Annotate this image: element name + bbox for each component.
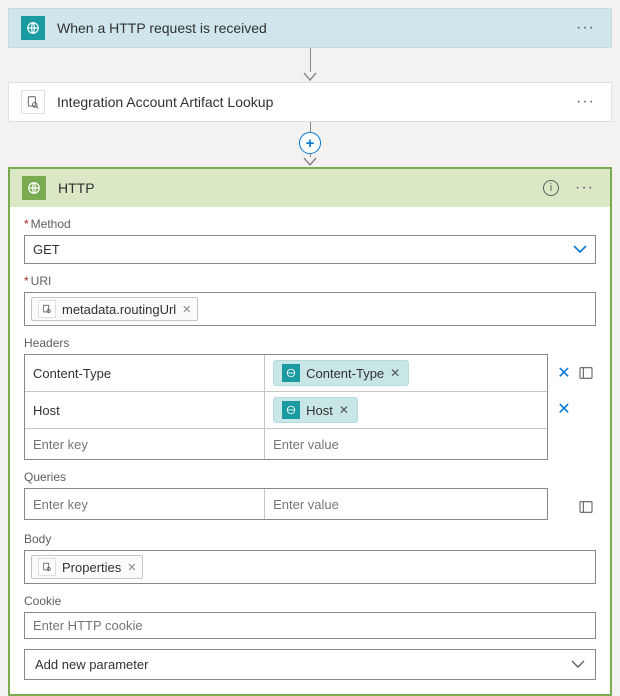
headers-table: Content-Type Content-Type ✕ Host [24,354,548,460]
method-field: *Method GET [24,217,596,264]
remove-token-icon[interactable]: ✕ [339,403,349,417]
remove-token-icon[interactable]: ✕ [127,561,136,574]
lookup-token-icon [38,558,56,576]
globe-icon [21,16,45,40]
table-row: Content-Type Content-Type ✕ [25,355,547,391]
queries-label: Queries [24,470,596,484]
headers-label: Headers [24,336,596,350]
header-value-token[interactable]: Content-Type ✕ [273,360,409,386]
header-value-token[interactable]: Host ✕ [273,397,358,423]
globe-token-icon [282,364,300,382]
chevron-down-icon [573,245,587,255]
arrow-connector [8,48,612,82]
remove-token-icon[interactable]: ✕ [390,366,400,380]
uri-field: *URI metadata.routingUrl ✕ [24,274,596,326]
uri-token-label: metadata.routingUrl [62,302,176,317]
more-icon[interactable]: ··· [572,19,599,37]
header-key-cell[interactable]: Content-Type [25,355,265,391]
lookup-card[interactable]: Integration Account Artifact Lookup ··· [8,82,612,122]
chevron-down-icon [571,660,585,670]
remove-token-icon[interactable]: ✕ [182,303,191,316]
trigger-title: When a HTTP request is received [57,20,560,36]
headers-row-actions: ✕ ✕ [556,354,596,424]
more-icon[interactable]: ··· [572,93,599,111]
uri-label: *URI [24,274,596,288]
http-action-card: HTTP i ··· *Method GET *URI metadata.rou… [8,167,612,696]
cookie-label: Cookie [24,594,596,608]
method-value: GET [33,242,60,257]
uri-input[interactable]: metadata.routingUrl ✕ [24,292,596,326]
queries-field: Queries [24,470,596,522]
http-body: *Method GET *URI metadata.routingUrl ✕ H… [10,207,610,694]
header-key-input[interactable] [25,429,265,459]
trigger-card[interactable]: When a HTTP request is received ··· [8,8,612,48]
header-value-cell[interactable]: Content-Type ✕ [265,355,547,391]
headers-field: Headers Content-Type Content-Type ✕ [24,336,596,460]
query-value-input[interactable] [265,489,547,519]
http-title: HTTP [58,180,531,196]
body-token-label: Properties [62,560,121,575]
cookie-field: Cookie [24,594,596,639]
table-row: Host Host ✕ [25,391,547,428]
table-row [25,489,547,519]
method-select[interactable]: GET [24,235,596,264]
lookup-token-icon [38,300,56,318]
delete-row-icon[interactable]: ✕ [556,399,572,419]
globe-token-icon [282,401,300,419]
uri-token[interactable]: metadata.routingUrl ✕ [31,297,198,321]
header-value-cell[interactable]: Host ✕ [265,392,547,428]
table-row [25,428,547,459]
lookup-title: Integration Account Artifact Lookup [57,94,560,110]
add-parameter-label: Add new parameter [35,657,148,672]
globe-icon [22,176,46,200]
header-value-input[interactable] [265,429,547,459]
body-label: Body [24,532,596,546]
more-icon[interactable]: ··· [571,179,598,197]
search-doc-icon [21,90,45,114]
switch-mode-icon[interactable] [578,499,594,515]
info-icon[interactable]: i [543,180,559,196]
arrow-connector-add: + [8,122,612,167]
body-field: Body Properties ✕ [24,532,596,584]
method-label: *Method [24,217,596,231]
switch-mode-icon[interactable] [578,365,594,381]
query-key-input[interactable] [25,489,265,519]
queries-table [24,488,548,520]
add-parameter-select[interactable]: Add new parameter [24,649,596,680]
queries-row-actions [556,488,596,522]
add-step-button[interactable]: + [299,132,321,154]
cookie-input[interactable] [24,612,596,639]
http-header-bar[interactable]: HTTP i ··· [10,169,610,207]
header-key-cell[interactable]: Host [25,392,265,428]
delete-row-icon[interactable]: ✕ [556,363,572,383]
body-input[interactable]: Properties ✕ [24,550,596,584]
body-token[interactable]: Properties ✕ [31,555,143,579]
